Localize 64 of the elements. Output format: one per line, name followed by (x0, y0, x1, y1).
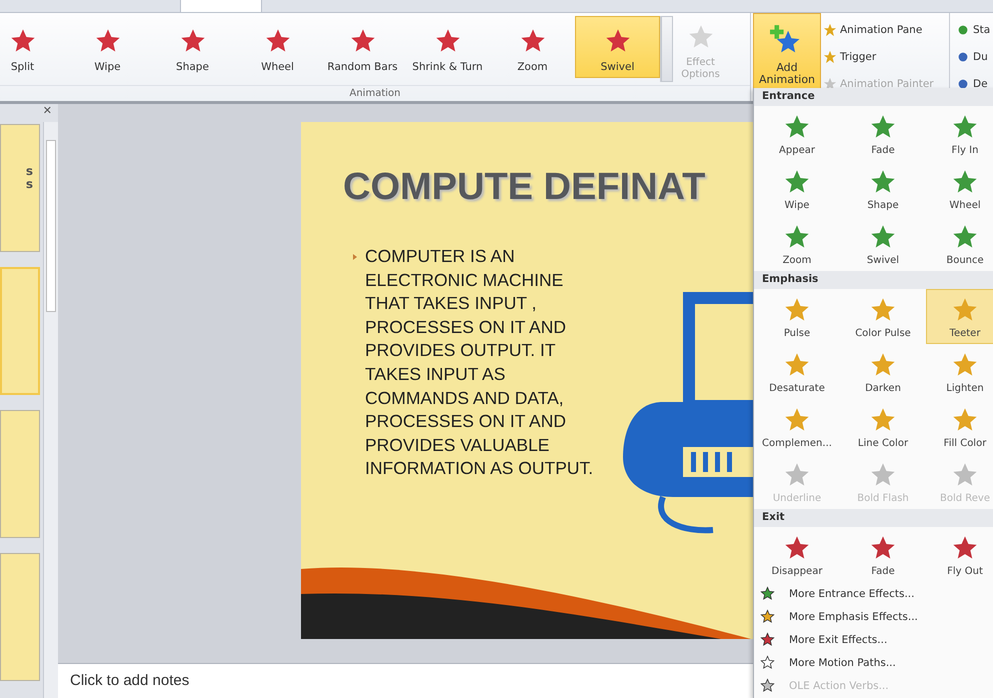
timing-command[interactable]: Sta (956, 23, 993, 38)
effect-item[interactable]: Bounce (926, 216, 993, 271)
effect-item[interactable]: Fill Color (926, 399, 993, 454)
effect-item[interactable]: Fly In (926, 106, 993, 161)
timing-icon (956, 23, 970, 38)
timing-icon (956, 76, 970, 91)
animation-gallery-item[interactable]: Wipe (65, 16, 150, 78)
timing-command[interactable]: Du (956, 50, 993, 64)
timing-command[interactable]: De (956, 76, 993, 91)
effect-item[interactable]: Appear (754, 106, 840, 161)
section-heading: Exit (754, 509, 993, 527)
effect-item[interactable]: Complemen... (754, 399, 840, 454)
animation-gallery-item[interactable]: Swivel (575, 16, 660, 78)
menu-item[interactable]: More Motion Paths... (754, 651, 993, 674)
star-icon (760, 678, 775, 693)
effect-item[interactable]: Fly Out (926, 527, 993, 582)
slide-title: COMPUTE DEFINAT (343, 166, 706, 209)
star-icon (760, 655, 775, 670)
effect-item[interactable]: Shape (840, 161, 926, 216)
command-icon (823, 50, 837, 64)
animation-gallery-item[interactable]: Random Bars (320, 16, 405, 78)
menu-item[interactable]: More Entrance Effects... (754, 582, 993, 605)
command-icon (823, 23, 837, 38)
section-heading: Entrance (754, 88, 993, 106)
effect-item[interactable]: Fade (840, 527, 926, 582)
effect-item[interactable]: Color Pulse (840, 289, 926, 344)
ribbon-command[interactable]: Animation Pane (823, 23, 949, 38)
menu-item[interactable]: More Exit Effects... (754, 628, 993, 651)
animation-gallery-item[interactable]: Zoom (490, 16, 575, 78)
effect-item[interactable]: Wipe (754, 161, 840, 216)
animation-gallery-item[interactable]: Shrink & Turn (405, 16, 490, 78)
ribbon-command[interactable]: Trigger (823, 50, 949, 64)
close-icon[interactable]: ✕ (42, 104, 52, 122)
effect-item[interactable]: Darken (840, 344, 926, 399)
effect-item[interactable]: Swivel (840, 216, 926, 271)
effect-item[interactable]: Wheel (926, 161, 993, 216)
menu-item[interactable]: More Emphasis Effects... (754, 605, 993, 628)
effect-item[interactable]: Desaturate (754, 344, 840, 399)
star-icon (760, 609, 775, 624)
effect-item[interactable]: Fade (840, 106, 926, 161)
bullet-text: COMPUTER IS AN ELECTRONIC MACHINE THAT TAKES INPUT , PROCESSES ON IT AND PROVIDES OUTPUT. IT TAKES INPUT AS COMMANDS AND DATA, PROCESSES ON IT AND PROVIDES VALUABLE INFORMATION AS OUTPUT. (365, 245, 594, 480)
animation-gallery-item[interactable]: Shape (150, 16, 235, 78)
star-icon (760, 586, 775, 601)
add-animation-button[interactable]: Add Animation (753, 13, 821, 89)
slide-thumbnail[interactable] (0, 267, 40, 395)
timing-icon (956, 50, 970, 64)
effect-item[interactable]: Teeter (926, 289, 993, 344)
scrollbar[interactable] (43, 122, 58, 698)
effect-item[interactable]: Pulse (754, 289, 840, 344)
slide-thumbnail[interactable] (0, 553, 40, 681)
effect-item[interactable]: Disappear (754, 527, 840, 582)
section-heading: Emphasis (754, 271, 993, 289)
slide-thumbnail[interactable]: s s (0, 124, 40, 252)
animation-gallery-item[interactable]: Split (0, 16, 65, 78)
slide-thumbnail[interactable] (0, 410, 40, 538)
ribbon-tab[interactable] (180, 0, 262, 13)
effect-item[interactable]: Zoom (754, 216, 840, 271)
group-label: Animation (0, 85, 750, 101)
effect-item[interactable]: Lighten (926, 344, 993, 399)
star-icon (760, 632, 775, 647)
animation-gallery-item[interactable]: Wheel (235, 16, 320, 78)
effect-item[interactable]: Line Color (840, 399, 926, 454)
bullet-icon (353, 254, 357, 260)
gallery-scrollbar[interactable] (661, 16, 673, 82)
